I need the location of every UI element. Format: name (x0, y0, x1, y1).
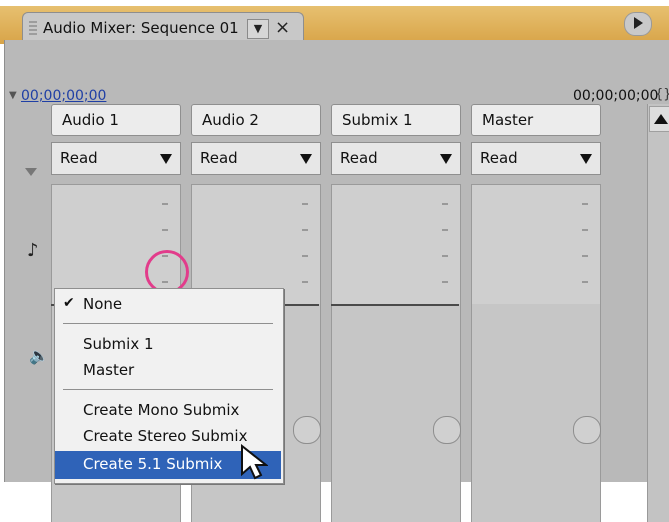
checkmark-icon: ✔ (63, 295, 75, 311)
menu-item-create-stereo-submix[interactable]: Create Stereo Submix (83, 427, 247, 445)
tab-menu-button[interactable]: ▼ (247, 19, 269, 39)
track-name-field[interactable]: Audio 2 (191, 104, 321, 136)
music-note-icon: ♪ (27, 240, 39, 261)
track-master: Master Read (471, 104, 603, 522)
tick-mark (442, 281, 448, 283)
track-name-field[interactable]: Master (471, 104, 601, 136)
track-name-field[interactable]: Submix 1 (331, 104, 461, 136)
tick-mark (582, 281, 588, 283)
vertical-scrollbar[interactable] (647, 104, 669, 522)
tick-mark (302, 229, 308, 231)
automation-mode-select[interactable]: Read (471, 142, 601, 175)
menu-separator (63, 323, 273, 324)
speaker-icon: 🔈 (29, 346, 49, 365)
pan-knob[interactable] (573, 416, 601, 444)
menu-item-create-mono-submix[interactable]: Create Mono Submix (83, 401, 239, 419)
window-frame: Audio Mixer: Sequence 01 ▼ × ▼ 00;00;00;… (0, 0, 669, 522)
effects-send-area (471, 184, 601, 306)
collapse-triangle-icon[interactable] (25, 168, 37, 176)
grip-icon (29, 21, 37, 35)
panel-menu-button[interactable] (624, 12, 652, 36)
divider-line (331, 304, 459, 306)
automation-mode-select[interactable]: Read (51, 142, 181, 175)
tick-mark (162, 203, 168, 205)
tick-mark (442, 229, 448, 231)
tick-mark (302, 281, 308, 283)
tick-mark (582, 255, 588, 257)
automation-mode-value: Read (480, 149, 518, 167)
lower-track-area (471, 304, 601, 522)
menu-item-none[interactable]: None (83, 295, 122, 313)
track-name: Master (482, 111, 534, 129)
pan-knob[interactable] (293, 416, 321, 444)
tick-mark (442, 203, 448, 205)
tick-mark (582, 203, 588, 205)
dropdown-arrow-icon (160, 154, 172, 164)
menu-separator (63, 389, 273, 390)
menu-item-master[interactable]: Master (83, 361, 134, 379)
tick-mark (442, 255, 448, 257)
duration-timecode: 00;00;00;00 (573, 88, 659, 104)
automation-mode-value: Read (200, 149, 238, 167)
dropdown-arrow-icon (440, 154, 452, 164)
track-name: Audio 2 (202, 111, 259, 129)
tick-mark (162, 229, 168, 231)
track-submix-1: Submix 1 Read (331, 104, 463, 522)
dropdown-arrow-icon (580, 154, 592, 164)
collapse-icon[interactable]: ▼ (9, 90, 17, 101)
play-triangle-icon (634, 17, 643, 29)
tick-mark (302, 203, 308, 205)
automation-mode-value: Read (340, 149, 378, 167)
tick-mark (582, 229, 588, 231)
cursor-shape (241, 444, 268, 480)
automation-mode-value: Read (60, 149, 98, 167)
audio-mixer-tab[interactable]: Audio Mixer: Sequence 01 ▼ × (22, 12, 304, 43)
effects-send-area (331, 184, 461, 306)
track-name-field[interactable]: Audio 1 (51, 104, 181, 136)
pan-knob[interactable] (433, 416, 461, 444)
automation-mode-select[interactable]: Read (191, 142, 321, 175)
lower-track-area (331, 304, 461, 522)
scroll-up-button[interactable] (649, 106, 669, 132)
menu-item-submix-1[interactable]: Submix 1 (83, 335, 154, 353)
tick-mark (302, 255, 308, 257)
current-timecode[interactable]: 00;00;00;00 (21, 88, 106, 104)
track-name: Audio 1 (62, 111, 119, 129)
link-icon: {} (655, 87, 669, 102)
scroll-up-icon (654, 114, 668, 124)
tab-title: Audio Mixer: Sequence 01 (43, 19, 239, 37)
menu-item-create-5-1-submix[interactable]: Create 5.1 Submix (83, 455, 222, 473)
close-tab-button[interactable]: × (275, 17, 290, 38)
track-name: Submix 1 (342, 111, 413, 129)
dropdown-arrow-icon (300, 154, 312, 164)
mouse-cursor-icon (241, 444, 268, 480)
automation-mode-select[interactable]: Read (331, 142, 461, 175)
left-toolbar: ♪ 🔈 (13, 110, 49, 522)
